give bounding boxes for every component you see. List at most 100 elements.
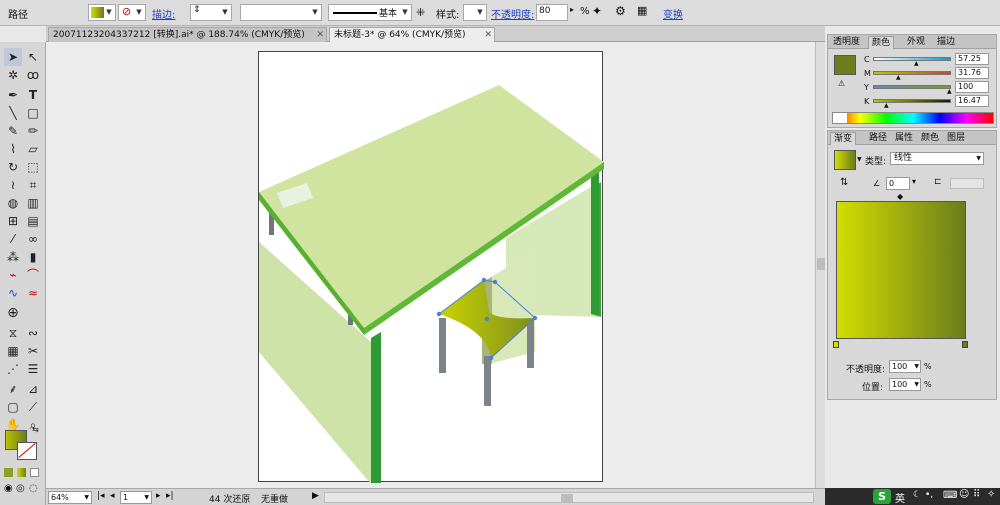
lasso-icon[interactable]: ꝏ <box>24 66 42 84</box>
stroke-link[interactable]: 描边: <box>152 6 175 21</box>
opacity-input[interactable]: 80 <box>536 4 568 21</box>
tab-appearance[interactable]: 外观 <box>904 36 928 49</box>
user-icon[interactable]: ☺ <box>959 489 969 500</box>
tab-stroke[interactable]: 描边 <box>934 36 958 49</box>
list-tool-icon[interactable]: ☰ <box>24 360 42 378</box>
draw-normal-icon[interactable]: ◉ <box>4 483 13 494</box>
tab-transparency[interactable]: 透明度 <box>830 36 863 49</box>
status-menu-icon[interactable]: ▶ <box>312 491 319 501</box>
recolor-icon[interactable]: ✦ <box>592 4 602 18</box>
mesh-tool-icon[interactable]: ⊞ <box>4 212 22 230</box>
tab-gradient[interactable]: 渐变 <box>830 132 857 145</box>
artwork[interactable] <box>259 52 604 484</box>
gradient-preview-box[interactable] <box>836 201 966 339</box>
perspective-grid-icon[interactable]: ▥ <box>24 194 42 212</box>
out-of-gamut-icon[interactable]: ⚠ <box>838 79 845 88</box>
angle-dropdown-icon[interactable]: ▾ <box>912 177 916 186</box>
last-artboard-icon[interactable]: ▸| <box>166 491 174 501</box>
chevron-down-icon[interactable]: ▼ <box>857 156 862 163</box>
eraser-icon[interactable]: ▱ <box>24 140 42 158</box>
tab-document-1[interactable]: 20071123204337212 [转换].ai* @ 188.74% (CM… <box>48 27 327 42</box>
warp-tool-icon[interactable]: ≀ <box>4 176 22 194</box>
artboard[interactable] <box>258 51 604 484</box>
none-mode-icon[interactable] <box>30 468 39 477</box>
eyedropper-icon[interactable]: ⁄ <box>4 230 22 248</box>
midpoint-diamond-icon[interactable]: ◆ <box>897 192 903 201</box>
gradient-tool-icon[interactable]: ▤ <box>24 212 42 230</box>
direct-selection-tool-icon[interactable]: ↖ <box>24 48 42 66</box>
wrench-icon[interactable]: ✧ <box>987 489 995 500</box>
anchor-convert-icon[interactable]: ⌒ <box>24 266 42 284</box>
anchor-add-icon[interactable]: ⌁ <box>4 266 22 284</box>
channel-k-input[interactable]: 16.47 <box>955 95 989 107</box>
swap-colors-icon[interactable]: ⇆ <box>32 425 39 434</box>
slider-thumb-icon[interactable]: ▲ <box>914 60 919 67</box>
anchor-point[interactable] <box>481 277 487 283</box>
transform-link[interactable]: 变换 <box>663 6 683 21</box>
opacity-link[interactable]: 不透明度: <box>491 6 534 21</box>
stroke-color-swatch[interactable] <box>17 442 37 460</box>
channel-y-input[interactable]: 100 <box>955 81 989 93</box>
channel-m-input[interactable]: 31.76 <box>955 67 989 79</box>
symbol-sprayer-icon[interactable]: ⁂ <box>4 248 22 266</box>
sogou-ime-icon[interactable]: S <box>873 489 891 504</box>
current-color-swatch[interactable] <box>834 55 856 75</box>
anchor-point[interactable] <box>484 316 490 322</box>
scale-tool-icon[interactable]: ⬚ <box>24 158 42 176</box>
scroll-thumb[interactable] <box>561 494 573 502</box>
punctuation-icon[interactable]: •, <box>925 490 933 500</box>
slice-tool-icon[interactable]: ∾ <box>24 324 42 342</box>
tab-layers[interactable]: 图层 <box>944 132 968 145</box>
graphic-style-select[interactable]: ▼ <box>463 4 487 21</box>
blob-brush-icon[interactable]: ⌇ <box>4 140 22 158</box>
stroke-weight-select[interactable]: ⇕ ▼ <box>190 4 232 21</box>
gradient-type-select[interactable]: 线性 ▼ <box>890 152 984 165</box>
stroke-swatch-button[interactable]: ⊘ ▼ <box>118 4 146 21</box>
none-color-box[interactable] <box>833 113 847 123</box>
eyedropper-color-icon[interactable]: ⸙ <box>4 380 22 398</box>
anchor-point[interactable] <box>492 279 498 285</box>
artboard-select[interactable]: 1 ▼ <box>120 491 152 504</box>
reverse-gradient-icon[interactable]: ⇅ <box>840 177 848 188</box>
shape-builder-icon[interactable]: ◍ <box>4 194 22 212</box>
tab-document-2[interactable]: 未标题-3* @ 64% (CMYK/预览) ✕ <box>329 27 495 42</box>
blend-tool-icon[interactable]: ∞ <box>24 230 42 248</box>
channel-c-slider[interactable] <box>873 57 951 61</box>
draw-behind-icon[interactable]: ◎ <box>16 483 25 494</box>
slider-thumb-icon[interactable]: ▲ <box>884 102 889 109</box>
path-eraser-icon[interactable]: ≈ <box>24 284 42 302</box>
channel-c-input[interactable]: 57.25 <box>955 53 989 65</box>
paintbrush-icon[interactable]: ✎ <box>4 122 22 140</box>
anchor-point[interactable] <box>532 315 538 321</box>
first-artboard-icon[interactable]: |◂ <box>97 491 105 501</box>
close-icon[interactable]: ✕ <box>484 28 492 43</box>
knife-icon[interactable]: ⟋ <box>24 398 42 416</box>
crop-area-icon[interactable]: ▢ <box>4 398 22 416</box>
artboard-tool-icon[interactable]: ⧖ <box>4 324 22 342</box>
prev-artboard-icon[interactable]: ◂ <box>110 491 115 501</box>
selection-tool-icon[interactable]: ➤ <box>4 48 22 66</box>
fill-swatch-button[interactable]: ▼ <box>88 4 116 21</box>
gradient-mode-icon[interactable] <box>17 468 26 477</box>
scroll-thumb[interactable] <box>817 258 825 270</box>
vertical-scrollbar[interactable] <box>815 42 825 488</box>
column-graph-icon[interactable]: ▮ <box>24 248 42 266</box>
gradient-stop-start[interactable] <box>833 341 839 348</box>
anchor-point[interactable] <box>488 355 494 361</box>
color-spectrum-bar[interactable] <box>832 112 994 124</box>
type-tool-icon[interactable]: T <box>24 86 42 104</box>
align-grid-icon[interactable]: ▦ <box>637 4 647 17</box>
close-icon[interactable]: ✕ <box>316 28 324 43</box>
gradient-stop-end[interactable] <box>962 341 968 348</box>
variable-width-select[interactable]: ▼ <box>240 4 322 21</box>
horizontal-scrollbar[interactable] <box>324 492 814 503</box>
tab-color-2[interactable]: 颜色 <box>918 132 942 145</box>
zigzag-tool-icon[interactable]: ⋰ <box>4 360 22 378</box>
gradient-preview-swatch[interactable] <box>834 150 856 170</box>
zoom-select[interactable]: 64% ▼ <box>48 491 92 504</box>
next-artboard-icon[interactable]: ▸ <box>156 491 161 501</box>
rotate-tool-icon[interactable]: ↻ <box>4 158 22 176</box>
slider-thumb-icon[interactable]: ▲ <box>896 74 901 81</box>
brush-profile-select[interactable]: 基本 ▼ <box>328 4 412 21</box>
line-tool-icon[interactable]: ╲ <box>4 104 22 122</box>
